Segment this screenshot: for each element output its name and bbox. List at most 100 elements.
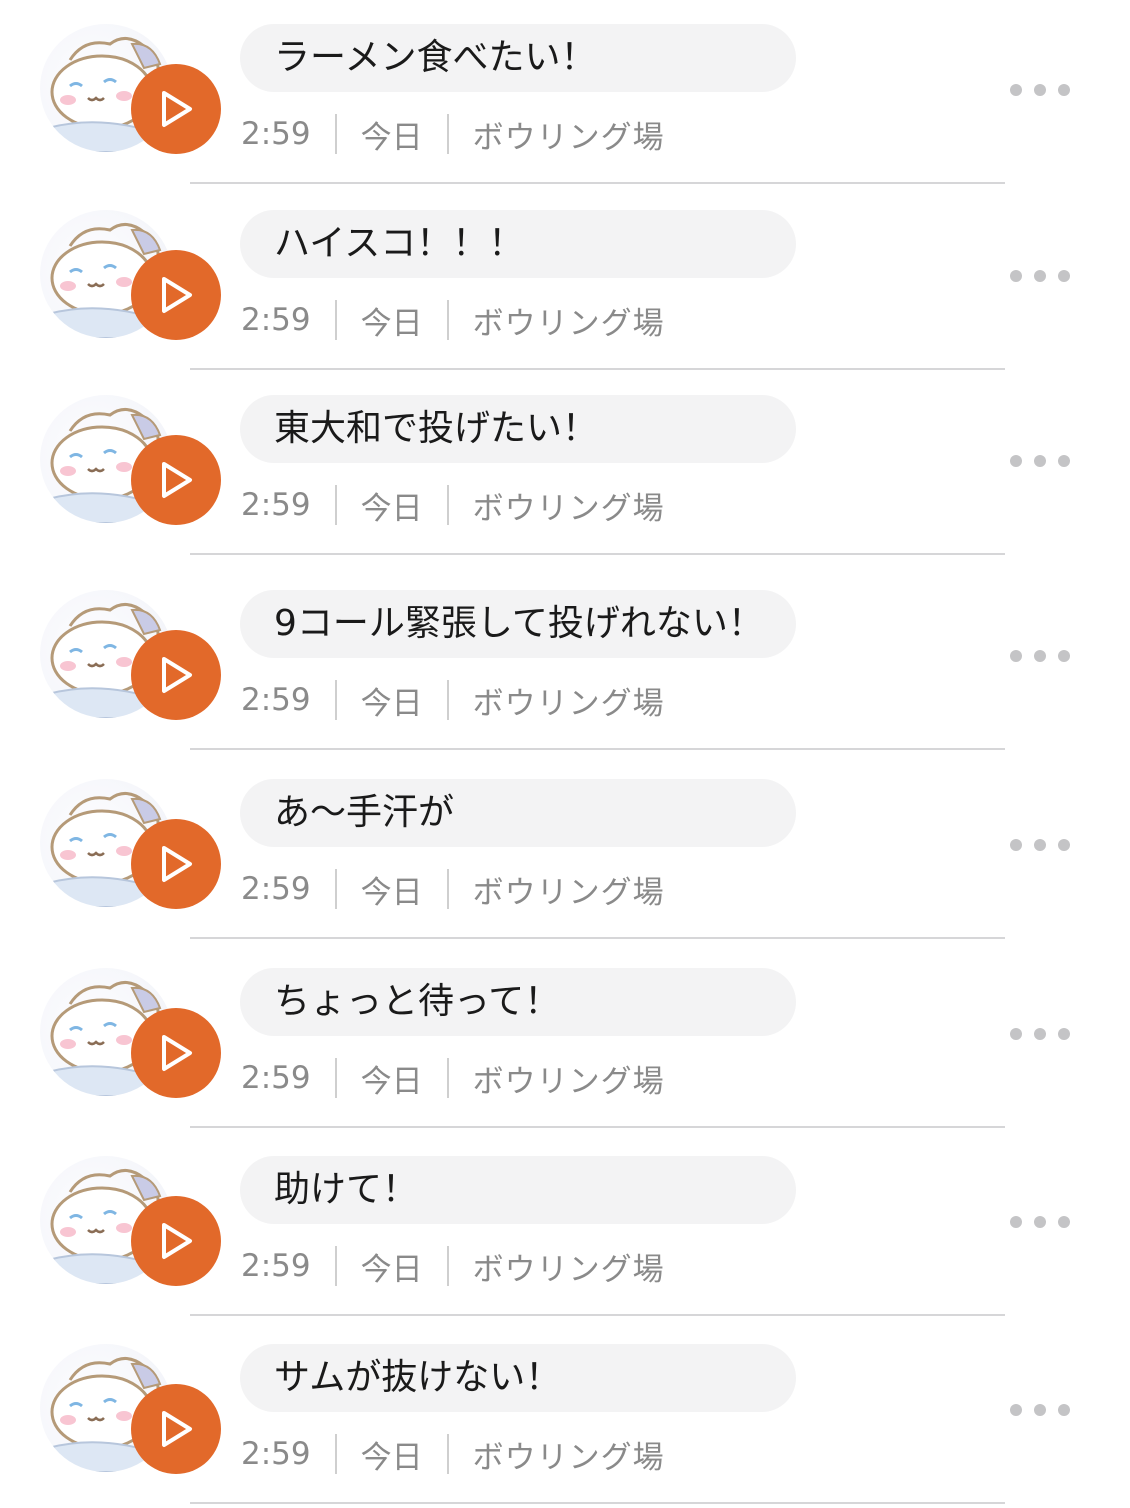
more-dot [1058,270,1070,282]
more-options-button[interactable] [1010,264,1070,288]
divider [190,553,1005,555]
separator [446,485,449,525]
play-icon [162,846,192,882]
separator [334,1058,337,1098]
divider [190,1502,1005,1504]
separator [446,680,449,720]
divider [190,368,1005,370]
play-icon [162,657,192,693]
play-icon [162,1411,192,1447]
play-button[interactable] [131,64,221,154]
more-dot [1058,1216,1070,1228]
divider [190,748,1005,750]
separator [446,1434,449,1474]
message-text: ちょっと待って！ [240,968,796,1036]
more-dots-icon [1010,839,1022,851]
duration: 2:59 [241,487,311,523]
message-meta: 2:59 今日 ボウリング場 [241,298,665,342]
message-text: サムが抜けない！ [240,1344,796,1412]
location: ボウリング場 [472,874,665,911]
voice-message-list: ラーメン食べたい！ 2:59 今日 ボウリング場 ハイスコ！！！ 2:59 今日… [0,0,1130,1506]
more-dot [1034,1028,1046,1040]
message-meta: 2:59 今日 ボウリング場 [241,1244,665,1288]
divider [190,182,1005,184]
voice-message-row[interactable]: ハイスコ！！！ 2:59 今日 ボウリング場 [0,186,1130,374]
more-dots-icon [1010,1028,1022,1040]
play-button[interactable] [131,819,221,909]
message-meta: 2:59 今日 ボウリング場 [241,483,665,527]
date: 今日 [360,490,423,527]
more-dot [1034,455,1046,467]
date: 今日 [360,305,423,342]
more-dot [1034,1216,1046,1228]
location: ボウリング場 [472,1439,665,1476]
message-text: 9コール緊張して投げれない！ [240,590,796,658]
message-meta: 2:59 今日 ボウリング場 [241,867,665,911]
more-dots-icon [1010,270,1022,282]
voice-message-row[interactable]: サムが抜けない！ 2:59 今日 ボウリング場 [0,1320,1130,1508]
voice-message-row[interactable]: 東大和で投げたい！ 2:59 今日 ボウリング場 [0,371,1130,559]
voice-message-row[interactable]: 助けて！ 2:59 今日 ボウリング場 [0,1132,1130,1320]
location: ボウリング場 [472,1063,665,1100]
more-dot [1058,1028,1070,1040]
more-dot [1058,650,1070,662]
more-dots-icon [1010,455,1022,467]
location: ボウリング場 [472,490,665,527]
play-button[interactable] [131,250,221,340]
separator [334,680,337,720]
duration: 2:59 [241,871,311,907]
voice-message-row[interactable]: ラーメン食べたい！ 2:59 今日 ボウリング場 [0,0,1130,188]
play-button[interactable] [131,1384,221,1474]
location: ボウリング場 [472,685,665,722]
message-text: ハイスコ！！！ [240,210,796,278]
play-icon [162,1035,192,1071]
more-options-button[interactable] [1010,644,1070,668]
more-dot [1034,1404,1046,1416]
play-button[interactable] [131,1196,221,1286]
separator [446,1058,449,1098]
separator [446,1246,449,1286]
play-button[interactable] [131,1008,221,1098]
divider [190,1126,1005,1128]
date: 今日 [360,685,423,722]
message-text: 助けて！ [240,1156,796,1224]
divider [190,937,1005,939]
play-button[interactable] [131,435,221,525]
message-meta: 2:59 今日 ボウリング場 [241,112,665,156]
more-dot [1034,270,1046,282]
divider [190,1314,1005,1316]
play-icon [162,277,192,313]
voice-message-row[interactable]: あ～手汗が 2:59 今日 ボウリング場 [0,755,1130,943]
voice-message-row[interactable]: ちょっと待って！ 2:59 今日 ボウリング場 [0,944,1130,1132]
duration: 2:59 [241,116,311,152]
date: 今日 [360,1251,423,1288]
more-options-button[interactable] [1010,1398,1070,1422]
date: 今日 [360,119,423,156]
separator [446,114,449,154]
more-options-button[interactable] [1010,449,1070,473]
more-dot [1058,84,1070,96]
date: 今日 [360,1063,423,1100]
separator [334,869,337,909]
location: ボウリング場 [472,1251,665,1288]
more-dot [1058,455,1070,467]
more-dot [1034,84,1046,96]
more-options-button[interactable] [1010,78,1070,102]
play-button[interactable] [131,630,221,720]
more-options-button[interactable] [1010,833,1070,857]
separator [334,1246,337,1286]
separator [334,300,337,340]
message-text: あ～手汗が [240,779,796,847]
voice-message-row[interactable]: 9コール緊張して投げれない！ 2:59 今日 ボウリング場 [0,566,1130,754]
more-dots-icon [1010,84,1022,96]
more-dot [1034,650,1046,662]
play-icon [162,462,192,498]
message-text: ラーメン食べたい！ [240,24,796,92]
location: ボウリング場 [472,305,665,342]
play-icon [162,91,192,127]
duration: 2:59 [241,1248,311,1284]
duration: 2:59 [241,1060,311,1096]
more-options-button[interactable] [1010,1022,1070,1046]
more-options-button[interactable] [1010,1210,1070,1234]
more-dots-icon [1010,1404,1022,1416]
